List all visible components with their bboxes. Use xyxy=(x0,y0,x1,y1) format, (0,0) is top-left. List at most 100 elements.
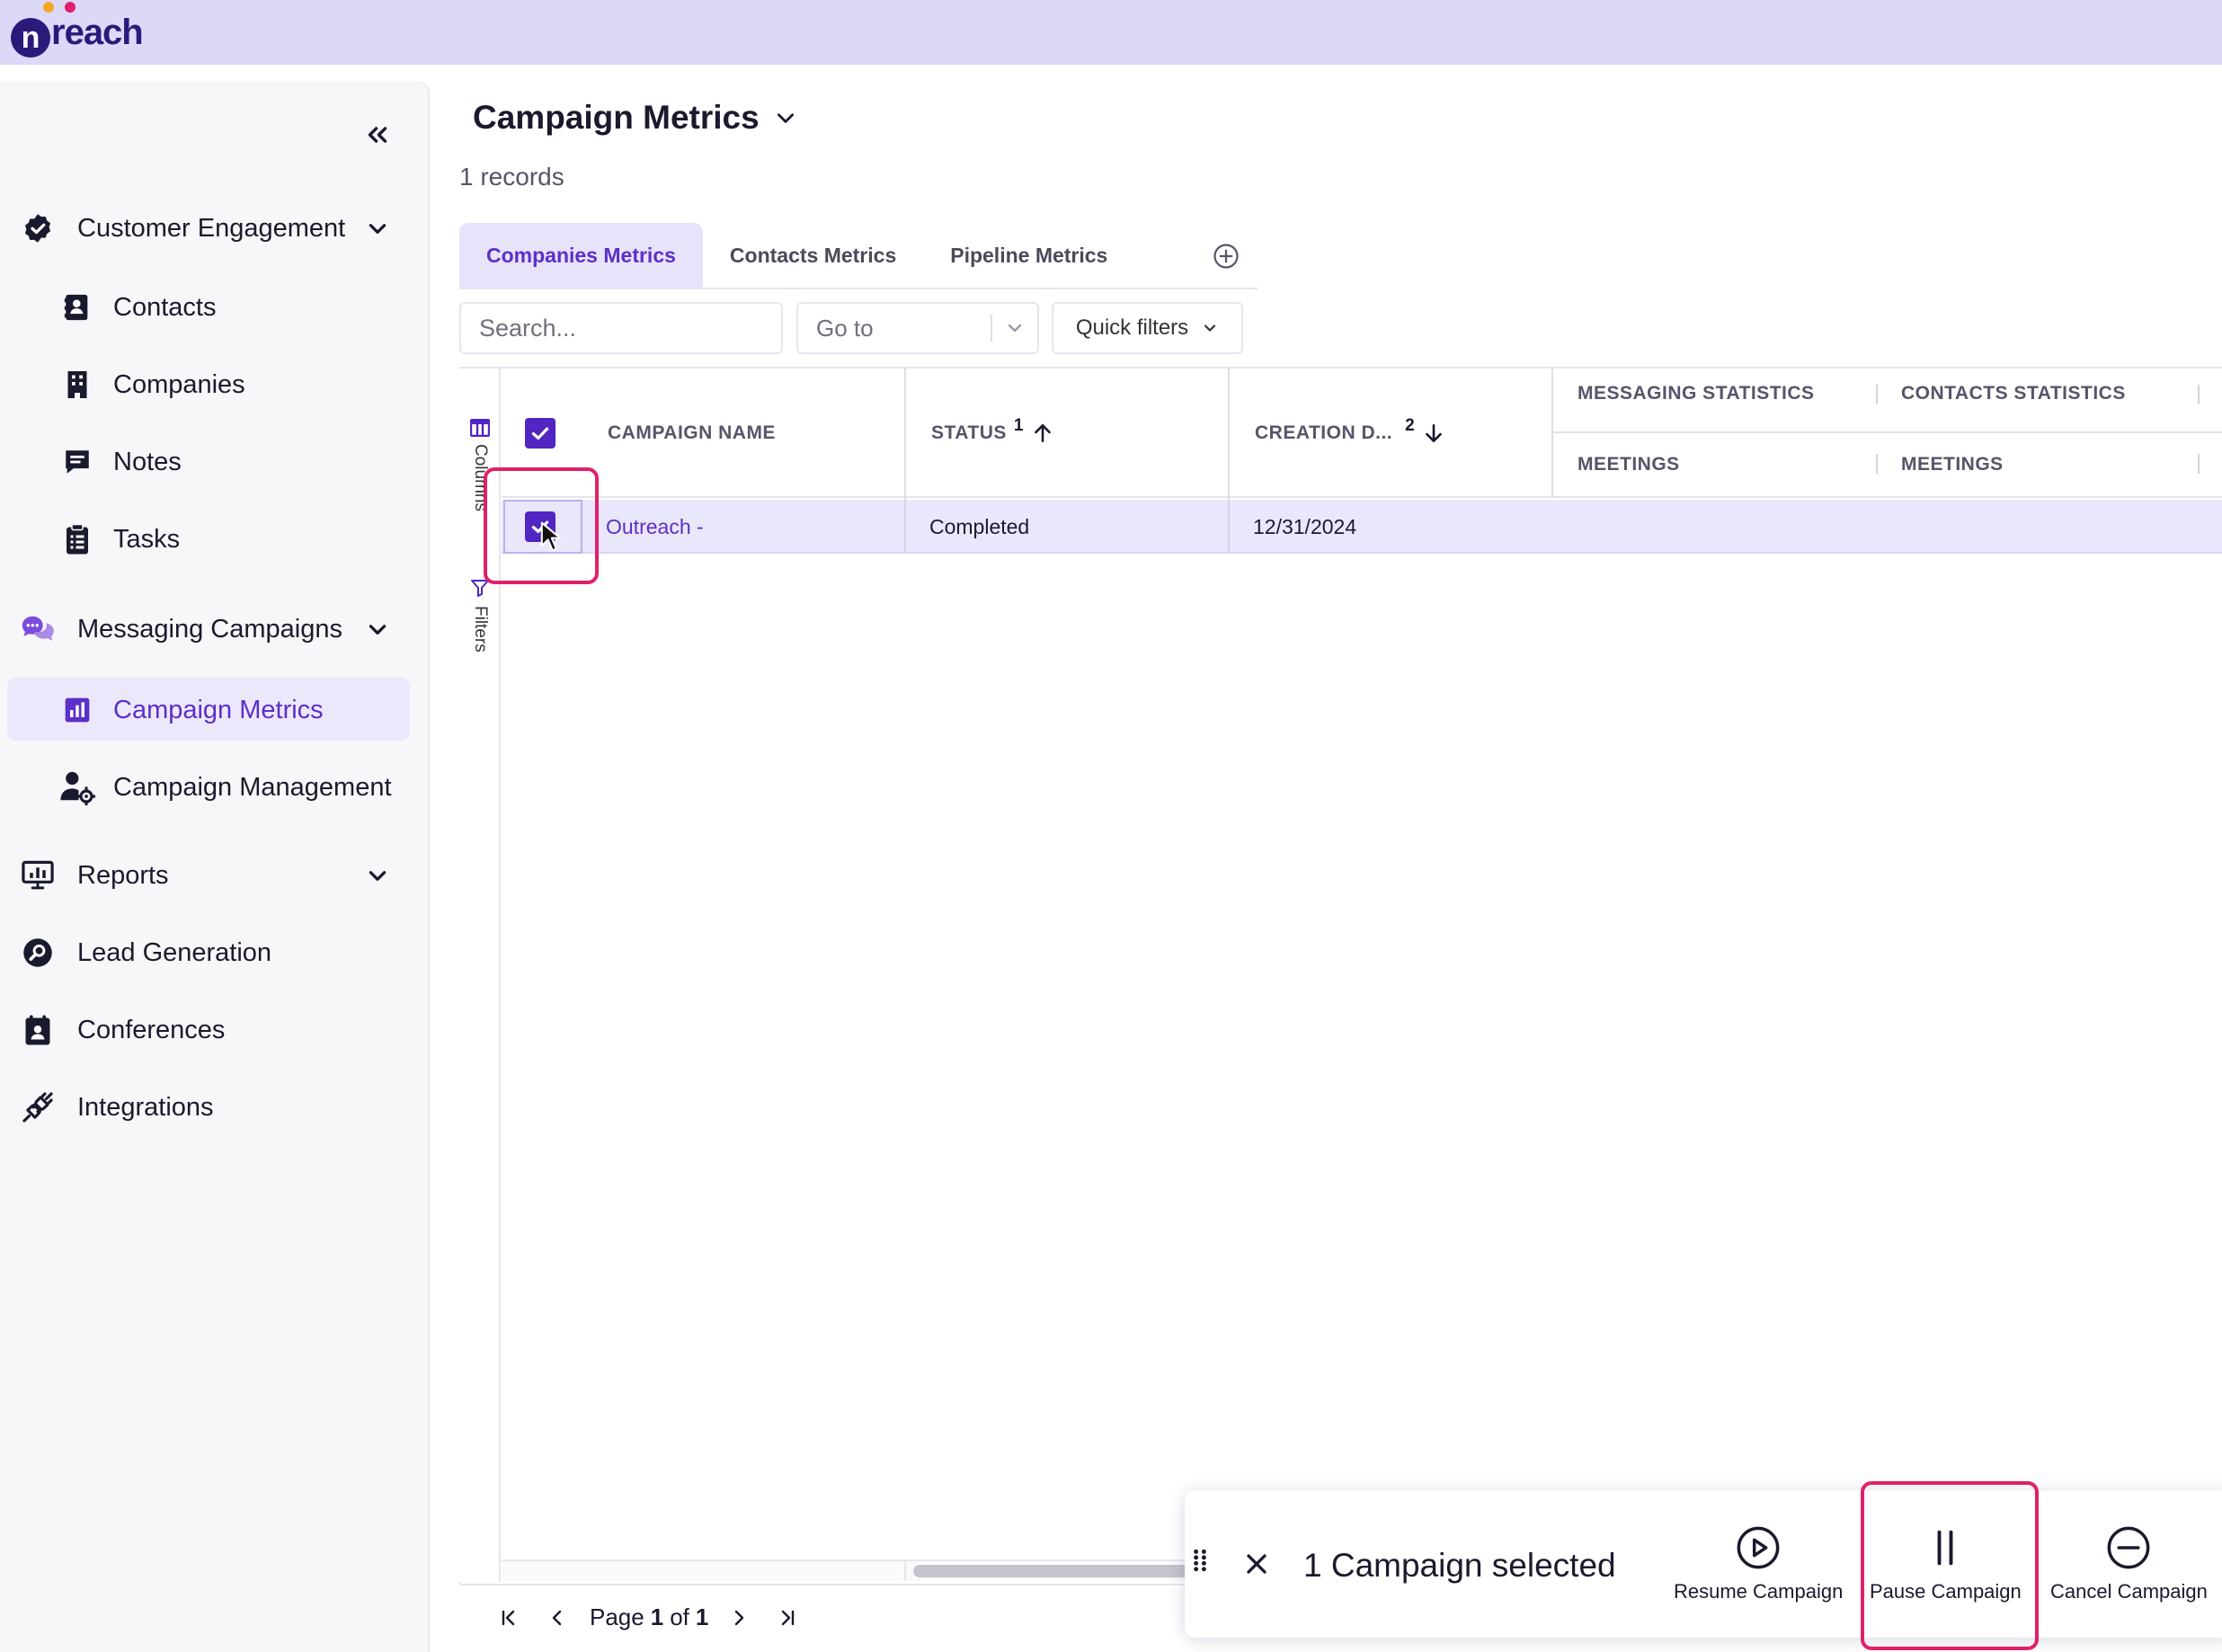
quick-filters-label: Quick filters xyxy=(1075,315,1189,340)
column-divider xyxy=(904,1559,906,1581)
last-page-button[interactable] xyxy=(771,1602,804,1634)
plug-icon xyxy=(20,1089,56,1125)
clear-selection-button[interactable] xyxy=(1240,1548,1273,1585)
current-page: 1 xyxy=(650,1603,664,1630)
next-page-button[interactable] xyxy=(723,1602,755,1634)
chevron-down-icon[interactable] xyxy=(774,106,797,129)
goto-select[interactable]: Go to xyxy=(796,302,1039,354)
of-word: of xyxy=(670,1603,689,1630)
tab-contacts-metrics[interactable]: Contacts Metrics xyxy=(703,223,923,288)
sidebar-section-customer-engagement[interactable]: Customer Engagement xyxy=(20,210,345,246)
first-page-button[interactable] xyxy=(493,1602,525,1634)
selection-count-text: 1 Campaign selected xyxy=(1303,1547,1616,1584)
sidebar-section-lead-generation[interactable]: Lead Generation xyxy=(20,935,271,971)
sidebar-item-label: Tasks xyxy=(113,524,181,554)
sidebar: Customer Engagement Contacts Companies N… xyxy=(0,81,430,1652)
previous-page-button[interactable] xyxy=(541,1602,573,1634)
sort-order-badge: 1 xyxy=(1013,416,1024,435)
chevron-down-icon[interactable] xyxy=(360,210,396,246)
goto-label: Go to xyxy=(816,314,874,342)
collapse-sidebar-button[interactable] xyxy=(360,117,396,153)
chevron-right-icon xyxy=(734,1610,744,1626)
sidebar-item-label: Notes xyxy=(113,447,182,476)
sidebar-item-notes[interactable]: Notes xyxy=(59,444,182,480)
sort-ascending-icon[interactable] xyxy=(1031,421,1054,446)
sidebar-item-contacts[interactable]: Contacts xyxy=(59,289,216,325)
filters-panel-toggle[interactable]: Filters xyxy=(459,577,501,653)
column-header-label: CREATION D... xyxy=(1255,422,1393,443)
sidebar-section-reports[interactable]: Reports xyxy=(20,857,169,893)
tab-companies-metrics[interactable]: Companies Metrics xyxy=(459,223,703,288)
table-row[interactable] xyxy=(502,500,2222,554)
search-input[interactable] xyxy=(459,302,783,354)
sidebar-section-label: Reports xyxy=(77,860,169,890)
chat-bubbles-icon xyxy=(20,611,56,647)
resume-campaign-label: Resume Campaign xyxy=(1674,1580,1844,1603)
app-logo[interactable]: n reach xyxy=(11,2,144,58)
checkmark-icon xyxy=(531,427,549,440)
column-divider xyxy=(2198,385,2200,404)
sidebar-item-label: Campaign Management xyxy=(113,772,392,802)
top-bar: n reach xyxy=(0,0,2222,65)
columns-icon xyxy=(470,419,490,437)
last-page-icon xyxy=(781,1610,795,1626)
column-divider xyxy=(1551,369,1553,498)
sort-order-badge: 2 xyxy=(1405,416,1416,435)
chevron-down-icon[interactable] xyxy=(360,857,396,893)
quick-filters-button[interactable]: Quick filters xyxy=(1052,302,1243,354)
sidebar-item-campaign-metrics[interactable]: Campaign Metrics xyxy=(59,692,324,728)
logo-mark: n xyxy=(11,18,50,58)
column-header-status[interactable]: STATUS 1 xyxy=(931,369,1054,498)
sidebar-section-label: Conferences xyxy=(77,1015,226,1044)
status-cell: Completed xyxy=(929,514,1030,538)
pause-campaign-label: Pause Campaign xyxy=(1870,1580,2022,1603)
close-icon xyxy=(1247,1554,1267,1574)
sidebar-section-label: Customer Engagement xyxy=(77,213,346,243)
column-divider xyxy=(904,500,906,554)
cancel-campaign-label: Cancel Campaign xyxy=(2050,1580,2208,1603)
creation-date-cell: 12/31/2024 xyxy=(1253,514,1357,538)
search-circle-icon xyxy=(20,935,56,971)
column-divider xyxy=(1876,454,1878,474)
column-header-creation-date[interactable]: CREATION D... 2 xyxy=(1255,369,1445,498)
monitor-chart-icon xyxy=(20,857,56,893)
contact-card-icon xyxy=(59,289,95,325)
building-icon xyxy=(59,367,95,403)
sort-descending-icon[interactable] xyxy=(1422,421,1445,446)
add-tab-icon[interactable] xyxy=(1213,243,1240,270)
records-count: 1 records xyxy=(459,163,564,191)
tab-pipeline-metrics[interactable]: Pipeline Metrics xyxy=(923,223,1134,288)
sidebar-item-label: Contacts xyxy=(113,292,217,322)
resume-campaign-button[interactable]: Resume Campaign xyxy=(1674,1524,1843,1603)
column-header-meetings[interactable]: MEETINGS xyxy=(1901,454,2004,475)
sidebar-section-label: Lead Generation xyxy=(77,937,272,967)
logo-dot-orange xyxy=(43,2,54,13)
campaign-name-link[interactable]: Outreach - xyxy=(606,500,704,554)
page-title-text: Campaign Metrics xyxy=(473,99,760,136)
cancel-campaign-button[interactable]: Cancel Campaign xyxy=(2050,1524,2208,1603)
chevron-down-icon[interactable] xyxy=(992,317,1037,339)
select-all-checkbox[interactable] xyxy=(525,418,556,449)
data-grid xyxy=(459,367,2222,1652)
page-title[interactable]: Campaign Metrics xyxy=(473,99,797,137)
clipboard-icon xyxy=(59,521,95,557)
sidebar-section-conferences[interactable]: Conferences xyxy=(20,1012,225,1048)
sidebar-item-companies[interactable]: Companies xyxy=(59,367,245,403)
sidebar-item-tasks[interactable]: Tasks xyxy=(59,521,180,557)
page-indicator: Page 1 of 1 xyxy=(590,1603,708,1631)
user-gear-icon xyxy=(59,769,95,805)
sidebar-section-messaging-campaigns[interactable]: Messaging Campaigns xyxy=(20,611,342,647)
logo-text: reach xyxy=(51,12,144,52)
column-divider xyxy=(1876,385,1878,404)
calendar-user-icon xyxy=(20,1012,56,1048)
sidebar-section-label: Messaging Campaigns xyxy=(77,614,342,644)
chevron-down-icon[interactable] xyxy=(360,611,396,647)
column-header-meetings[interactable]: MEETINGS xyxy=(1578,454,1680,475)
sidebar-item-campaign-management[interactable]: Campaign Management xyxy=(59,769,392,805)
columns-panel-toggle[interactable]: Columns xyxy=(459,419,501,511)
sidebar-section-integrations[interactable]: Integrations xyxy=(20,1089,214,1125)
drag-handle-icon[interactable] xyxy=(1192,1548,1208,1577)
pause-campaign-button[interactable]: Pause Campaign xyxy=(1870,1524,2022,1603)
grid-side-rail: Columns Filters xyxy=(459,369,501,1582)
column-header-campaign-name[interactable]: CAMPAIGN NAME xyxy=(608,369,776,498)
